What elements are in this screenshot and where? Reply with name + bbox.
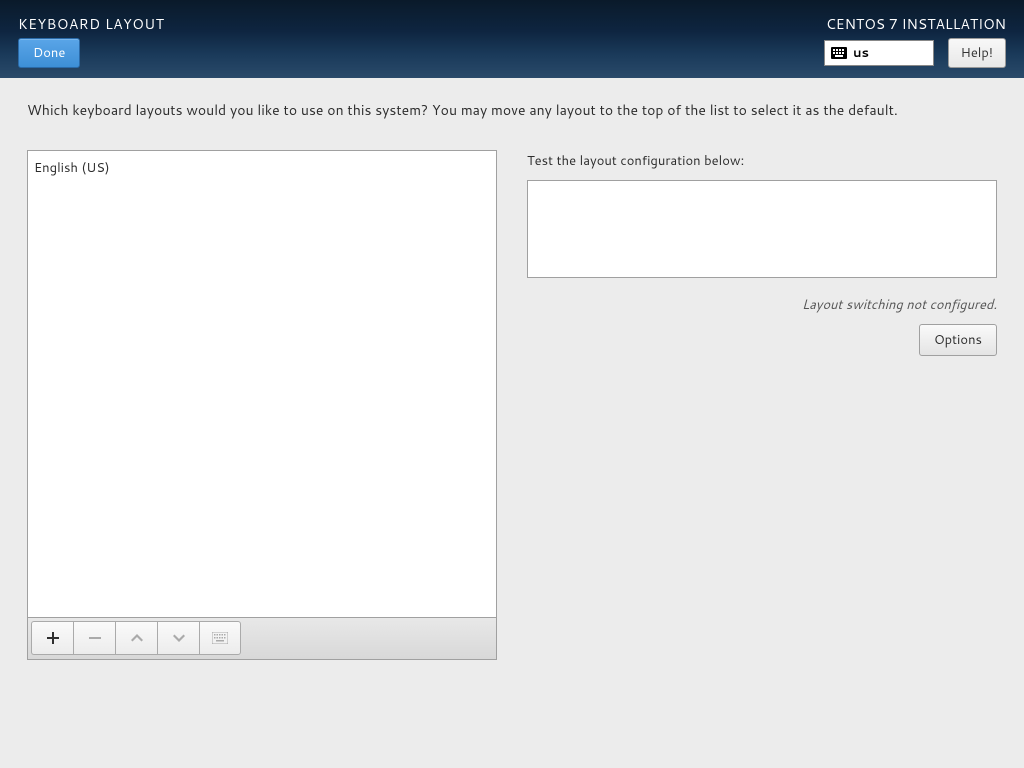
test-input[interactable] [527, 180, 997, 278]
test-column: Test the layout configuration below: Lay… [527, 150, 997, 660]
preview-layout-button[interactable] [199, 621, 241, 655]
minus-icon [88, 631, 102, 645]
layout-toolbar [27, 618, 497, 660]
language-indicator[interactable]: us [824, 40, 934, 66]
move-down-button[interactable] [157, 621, 199, 655]
add-layout-button[interactable] [31, 621, 73, 655]
options-button[interactable]: Options [919, 324, 997, 356]
keyboard-icon [831, 47, 847, 59]
done-button[interactable]: Done [18, 38, 80, 68]
installer-title: CENTOS 7 INSTALLATION [826, 14, 1006, 34]
test-label: Test the layout configuration below: [527, 152, 997, 170]
chevron-down-icon [172, 631, 186, 645]
columns: English (US) [27, 150, 997, 660]
header: KEYBOARD LAYOUT CENTOS 7 INSTALLATION Do… [0, 0, 1024, 78]
remove-layout-button[interactable] [73, 621, 115, 655]
layout-list[interactable]: English (US) [27, 150, 497, 618]
help-button[interactable]: Help! [948, 38, 1006, 68]
layout-list-item[interactable]: English (US) [28, 151, 496, 180]
options-row: Options [527, 324, 997, 356]
move-up-button[interactable] [115, 621, 157, 655]
keyboard-icon [212, 632, 228, 644]
page-title: KEYBOARD LAYOUT [18, 14, 164, 34]
instruction-text: Which keyboard layouts would you like to… [27, 100, 997, 120]
switch-status-text: Layout switching not configured. [527, 296, 997, 314]
language-indicator-text: us [853, 44, 869, 62]
chevron-up-icon [130, 631, 144, 645]
plus-icon [46, 631, 60, 645]
content: Which keyboard layouts would you like to… [0, 78, 1024, 682]
layout-column: English (US) [27, 150, 497, 660]
